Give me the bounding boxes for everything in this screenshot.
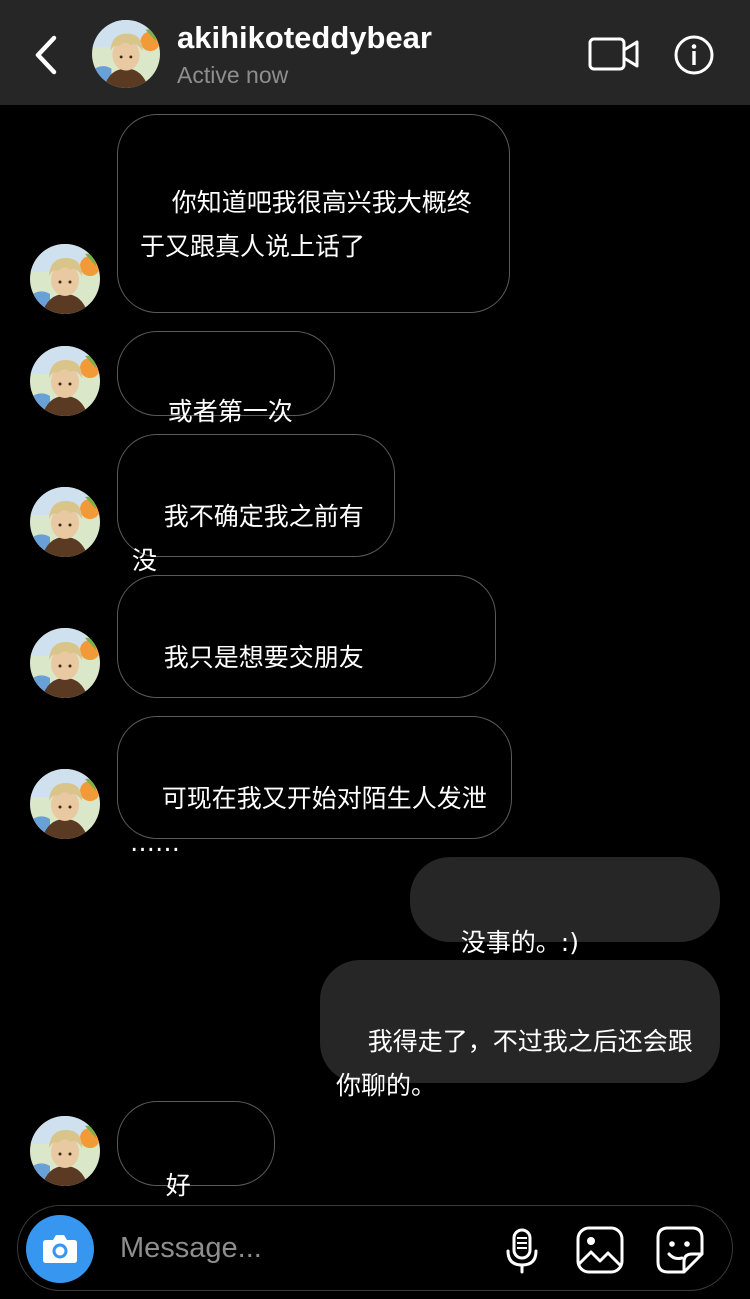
sender-avatar[interactable]	[30, 346, 100, 416]
chevron-left-icon	[35, 35, 57, 75]
message-text: 我只是想要交朋友	[163, 643, 364, 672]
chat-header: akihikoteddybear Active now	[0, 0, 750, 105]
sticker-button[interactable]	[654, 1224, 706, 1276]
contact-username[interactable]: akihikoteddybear	[177, 20, 432, 56]
message-bubble-outgoing[interactable]: 我得走了，不过我之后还会跟 你聊的。	[320, 960, 720, 1100]
message-bubble-incoming[interactable]: 你知道吧我很高兴我大概终 于又跟真人说上话了	[117, 114, 510, 313]
camera-icon	[43, 1235, 77, 1263]
sender-avatar[interactable]	[30, 244, 100, 314]
message-composer	[17, 1205, 733, 1291]
contact-status: Active now	[177, 62, 289, 88]
video-call-button[interactable]	[587, 34, 641, 74]
sender-avatar[interactable]	[30, 769, 100, 839]
message-bubble-incoming[interactable]: 我只是想要交朋友	[117, 575, 496, 698]
message-text: 我得走了，不过我之后还会跟 你聊的。	[336, 1027, 693, 1100]
message-bubble-incoming[interactable]: 或者第一次	[117, 331, 335, 426]
gallery-button[interactable]	[574, 1224, 626, 1276]
image-icon	[576, 1226, 624, 1274]
message-text: 没事的。:)	[460, 928, 579, 957]
info-icon	[674, 35, 714, 75]
sender-avatar[interactable]	[30, 487, 100, 557]
message-input[interactable]	[120, 1224, 480, 1272]
message-bubble-incoming[interactable]: 好的！:]	[117, 1101, 275, 1244]
message-text: 你知道吧我很高兴我大概终 于又跟真人说上话了	[140, 188, 472, 261]
conversation-info-button[interactable]	[673, 34, 715, 76]
message-bubble-incoming[interactable]: 可现在我又开始对陌生人发泄 ……	[117, 716, 512, 857]
message-bubble-outgoing[interactable]: 没事的。:)	[410, 857, 720, 957]
voice-message-button[interactable]	[496, 1224, 548, 1276]
back-button[interactable]	[26, 30, 66, 80]
sender-avatar[interactable]	[30, 628, 100, 698]
message-bubble-incoming[interactable]: 我不确定我之前有没 有	[117, 434, 395, 619]
microphone-icon	[506, 1228, 538, 1274]
contact-avatar[interactable]	[92, 20, 160, 88]
sticker-icon	[656, 1226, 704, 1274]
message-text: 可现在我又开始对陌生人发泄 ……	[130, 784, 487, 857]
video-camera-icon	[588, 37, 639, 71]
camera-button[interactable]	[26, 1215, 94, 1283]
sender-avatar[interactable]	[30, 1116, 100, 1186]
message-text: 或者第一次	[167, 397, 293, 426]
